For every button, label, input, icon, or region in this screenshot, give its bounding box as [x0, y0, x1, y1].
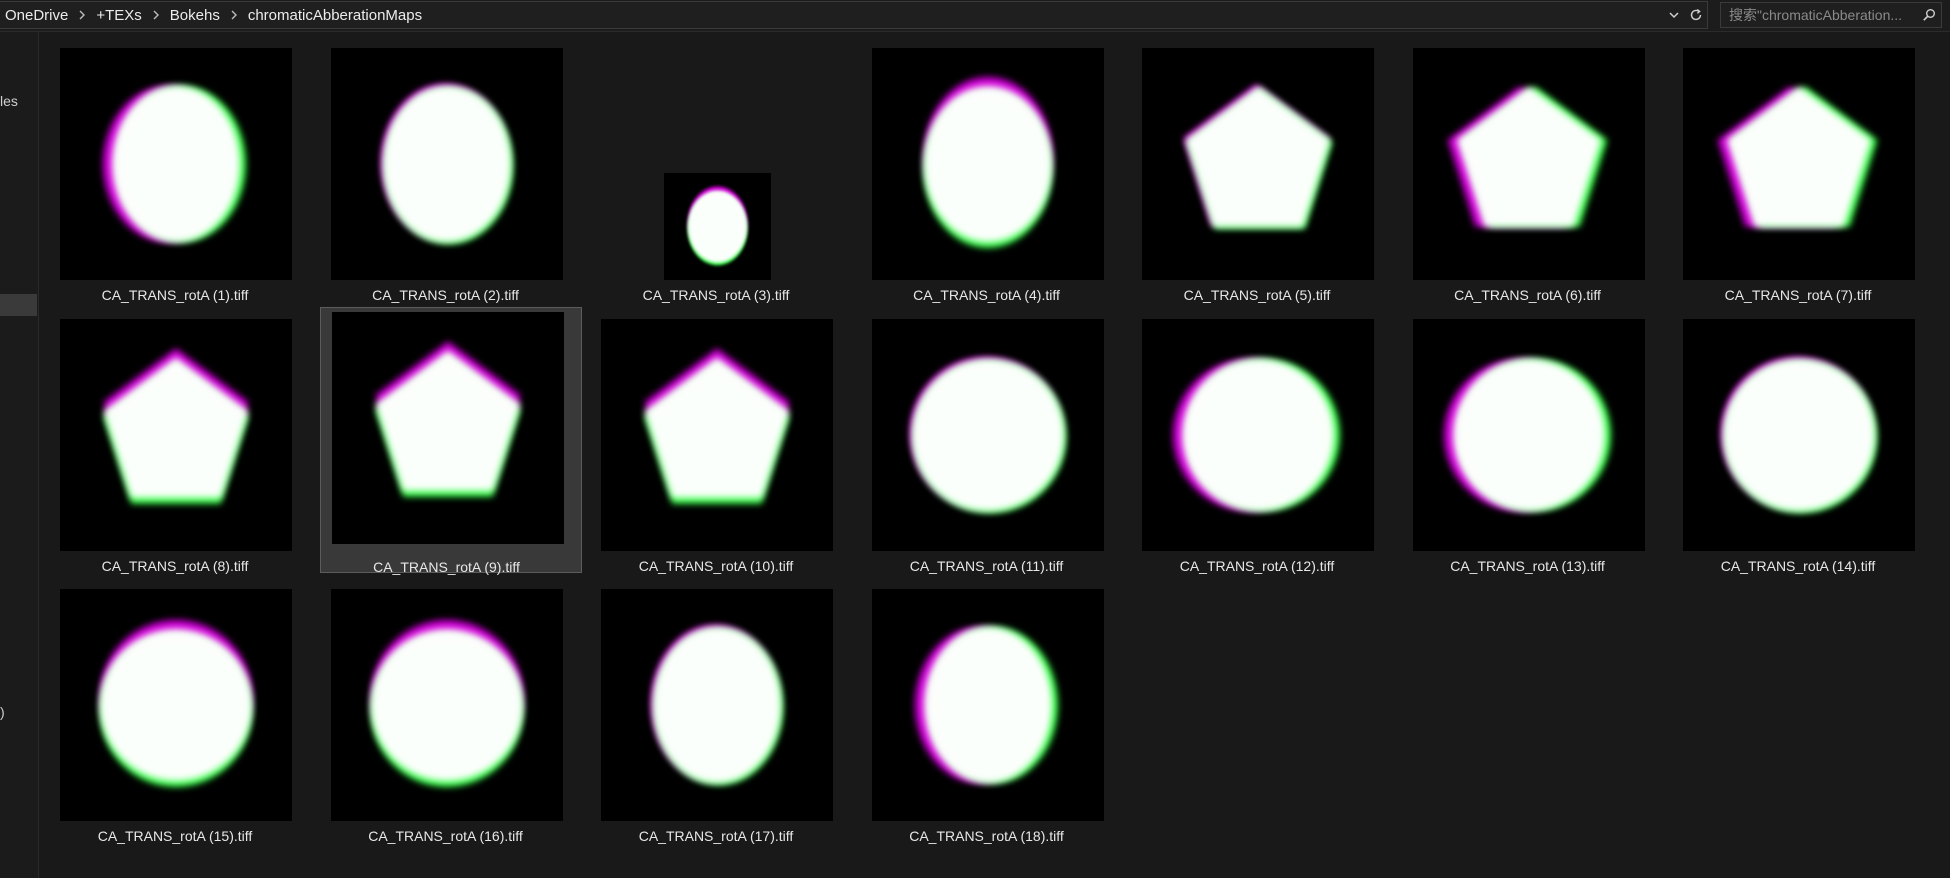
bokeh-preview-image	[1683, 48, 1915, 280]
file-thumbnail[interactable]	[871, 48, 1104, 280]
bokeh-preview-image	[1142, 318, 1374, 551]
bokeh-preview-image	[330, 589, 563, 821]
bokeh-preview-image	[1142, 48, 1374, 280]
bokeh-preview-image	[1683, 318, 1915, 551]
file-thumbnail[interactable]	[871, 589, 1104, 821]
file-name: CA_TRANS_rotA (17).tiff	[638, 828, 794, 844]
file-name: CA_TRANS_rotA (15).tiff	[97, 828, 253, 844]
file-thumbnail[interactable]	[1412, 48, 1645, 280]
file-thumbnail[interactable]	[1412, 318, 1645, 551]
breadcrumb-texs[interactable]: +TEXs	[90, 7, 147, 24]
file-thumbnail[interactable]	[1142, 318, 1374, 551]
nav-item-partial[interactable]: )	[0, 704, 5, 720]
file-tile[interactable]: CA_TRANS_rotA (15).tiff	[30, 573, 292, 844]
file-tile[interactable]: CA_TRANS_rotA (4).tiff	[842, 32, 1104, 303]
file-name: CA_TRANS_rotA (4).tiff	[913, 287, 1060, 303]
file-thumbnail[interactable]	[601, 318, 833, 551]
breadcrumb-current-folder[interactable]: chromaticAbberationMaps	[242, 7, 428, 24]
refresh-icon[interactable]	[1685, 2, 1707, 28]
nav-item-partial[interactable]: les	[0, 93, 18, 109]
file-grid: CA_TRANS_rotA (1).tiff CA_TRANS_rotA (2)…	[40, 32, 1950, 878]
chevron-right-icon[interactable]	[74, 7, 90, 23]
chevron-right-icon[interactable]	[148, 7, 164, 23]
file-thumbnail[interactable]	[60, 48, 292, 280]
file-tile[interactable]: CA_TRANS_rotA (7).tiff	[1653, 32, 1915, 303]
file-tile[interactable]: CA_TRANS_rotA (3).tiff	[571, 32, 833, 303]
file-thumbnail[interactable]	[330, 48, 563, 280]
file-tile[interactable]: CA_TRANS_rotA (17).tiff	[571, 573, 833, 844]
file-tile[interactable]: CA_TRANS_rotA (9).tiff	[319, 306, 582, 575]
file-thumbnail[interactable]	[60, 589, 292, 821]
file-thumbnail[interactable]	[601, 48, 833, 280]
file-tile[interactable]: CA_TRANS_rotA (12).tiff	[1112, 303, 1374, 574]
file-thumbnail[interactable]	[1683, 48, 1915, 280]
file-name: CA_TRANS_rotA (13).tiff	[1450, 557, 1605, 574]
bokeh-preview-image	[871, 589, 1104, 821]
file-name: CA_TRANS_rotA (3).tiff	[642, 287, 790, 303]
file-thumbnail[interactable]	[1142, 48, 1374, 280]
file-name: CA_TRANS_rotA (16).tiff	[368, 828, 523, 844]
file-name: CA_TRANS_rotA (5).tiff	[1183, 287, 1331, 303]
search-input[interactable]	[1721, 7, 1917, 23]
bokeh-preview-image	[60, 318, 292, 551]
bokeh-preview-image	[663, 173, 771, 280]
file-name: CA_TRANS_rotA (18).tiff	[909, 828, 1064, 844]
file-tile[interactable]: CA_TRANS_rotA (18).tiff	[842, 573, 1104, 844]
file-tile[interactable]: CA_TRANS_rotA (8).tiff	[30, 303, 292, 574]
breadcrumb-onedrive[interactable]: OneDrive	[0, 7, 74, 24]
file-thumbnail[interactable]	[601, 589, 833, 821]
search-icon[interactable]	[1917, 3, 1941, 27]
file-name: CA_TRANS_rotA (10).tiff	[638, 557, 794, 574]
file-tile[interactable]: CA_TRANS_rotA (6).tiff	[1383, 32, 1645, 303]
file-thumbnail[interactable]	[1683, 318, 1915, 551]
bokeh-preview-image	[601, 318, 833, 551]
file-name: CA_TRANS_rotA (8).tiff	[101, 557, 249, 574]
file-tile[interactable]: CA_TRANS_rotA (10).tiff	[571, 303, 833, 574]
file-thumbnail[interactable]	[871, 318, 1104, 551]
bokeh-preview-image	[871, 318, 1104, 551]
file-tile[interactable]: CA_TRANS_rotA (13).tiff	[1383, 303, 1645, 574]
bokeh-preview-image	[1412, 318, 1645, 551]
file-name: CA_TRANS_rotA (14).tiff	[1720, 557, 1876, 574]
file-name: CA_TRANS_rotA (7).tiff	[1724, 287, 1872, 303]
file-name: CA_TRANS_rotA (1).tiff	[101, 287, 249, 303]
bokeh-preview-image	[60, 48, 292, 280]
address-bar[interactable]: OneDrive +TEXs Bokehs chromaticAbberatio…	[0, 1, 1708, 29]
file-thumbnail[interactable]	[331, 311, 564, 544]
address-toolbar: OneDrive +TEXs Bokehs chromaticAbberatio…	[0, 0, 1950, 32]
file-thumbnail[interactable]	[330, 589, 563, 821]
bokeh-preview-image	[331, 311, 564, 544]
bokeh-preview-image	[601, 589, 833, 821]
file-tile[interactable]: CA_TRANS_rotA (1).tiff	[30, 32, 292, 303]
bokeh-preview-image	[330, 48, 563, 280]
file-name: CA_TRANS_rotA (12).tiff	[1179, 557, 1335, 574]
file-name: CA_TRANS_rotA (2).tiff	[372, 287, 519, 303]
chevron-down-icon[interactable]	[1663, 2, 1685, 28]
file-tile[interactable]: CA_TRANS_rotA (16).tiff	[301, 573, 563, 844]
file-name: CA_TRANS_rotA (6).tiff	[1454, 287, 1601, 303]
bokeh-preview-image	[60, 589, 292, 821]
file-tile[interactable]: CA_TRANS_rotA (14).tiff	[1653, 303, 1915, 574]
file-tile[interactable]: CA_TRANS_rotA (2).tiff	[301, 32, 563, 303]
search-box[interactable]	[1720, 2, 1942, 28]
file-thumbnail[interactable]	[60, 318, 292, 551]
file-tile[interactable]: CA_TRANS_rotA (5).tiff	[1112, 32, 1374, 303]
bokeh-preview-image	[1412, 48, 1645, 280]
chevron-right-icon[interactable]	[226, 7, 242, 23]
file-name: CA_TRANS_rotA (11).tiff	[909, 557, 1064, 574]
breadcrumb-bokehs[interactable]: Bokehs	[164, 7, 226, 24]
file-tile[interactable]: CA_TRANS_rotA (11).tiff	[842, 303, 1104, 574]
bokeh-preview-image	[871, 48, 1104, 280]
breadcrumb: OneDrive +TEXs Bokehs chromaticAbberatio…	[0, 2, 1663, 28]
